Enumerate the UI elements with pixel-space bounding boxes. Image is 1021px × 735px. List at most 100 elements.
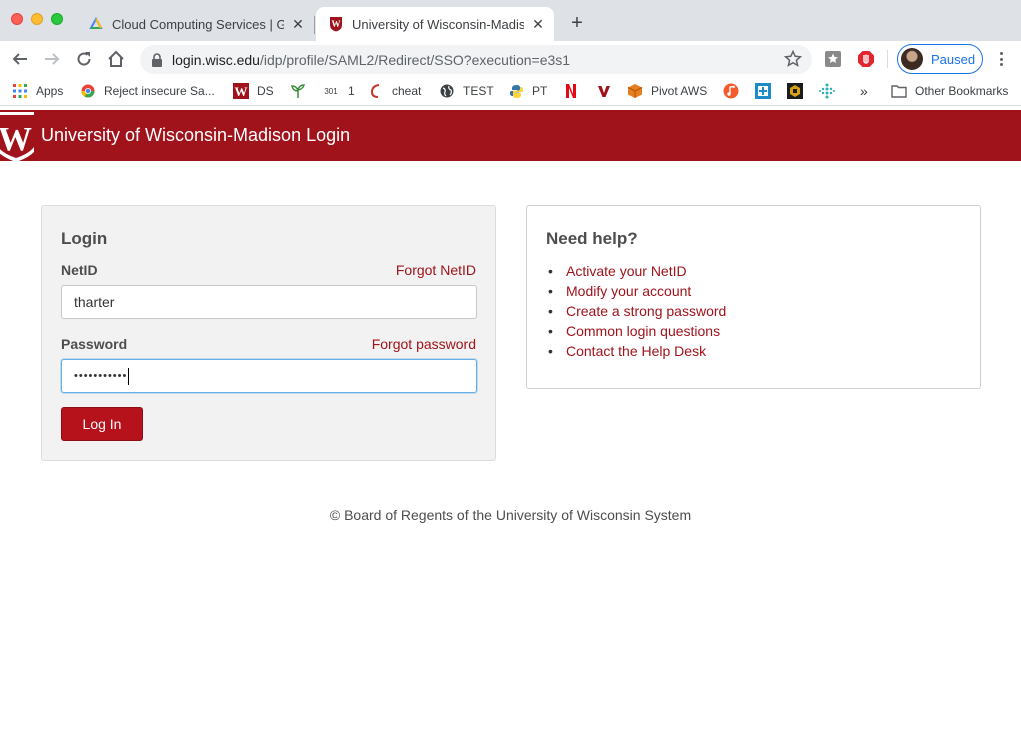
chrome-icon <box>80 83 96 99</box>
url-host: login.wisc.edu <box>172 51 260 68</box>
list-item: Modify your account <box>546 281 726 301</box>
v-icon <box>596 83 612 99</box>
close-window-button[interactable] <box>11 13 23 25</box>
close-tab-icon[interactable]: ✕ <box>288 14 308 34</box>
reload-icon <box>77 52 91 66</box>
301-icon: 301 <box>324 86 338 96</box>
list-item: Create a strong password <box>546 301 726 321</box>
svg-text:W: W <box>0 121 32 158</box>
login-heading: Login <box>61 229 108 248</box>
lock-icon <box>152 52 162 67</box>
forward-button[interactable] <box>40 47 64 71</box>
extension-star-icon[interactable] <box>824 50 842 68</box>
close-tab-icon[interactable]: ✕ <box>528 14 548 34</box>
browser-toolbar: login.wisc.edu/idp/profile/SAML2/Redirec… <box>0 41 1021 77</box>
bookmark-pivot-aws[interactable]: Pivot AWS <box>627 82 707 100</box>
bookmark-star-icon[interactable] <box>784 50 802 68</box>
bookmark-pt[interactable]: PT <box>508 82 547 100</box>
reload-button[interactable] <box>72 47 96 71</box>
uw-crest-logo: W <box>0 110 34 161</box>
bookmarks-overflow-button[interactable]: » <box>860 82 868 100</box>
avatar <box>901 48 923 70</box>
login-questions-link[interactable]: Common login questions <box>566 323 720 339</box>
browser-menu-icon[interactable] <box>994 50 1008 68</box>
password-field[interactable]: ••••••••••• <box>61 359 477 393</box>
uw-crest-icon: W <box>328 16 344 32</box>
bookmark-dots[interactable] <box>819 82 843 100</box>
tab-cloud-computing[interactable]: Cloud Computing Services | Go ✕ <box>76 7 314 41</box>
bookmark-v[interactable] <box>596 82 620 100</box>
bookmark-label: cheat <box>392 84 422 98</box>
new-tab-button[interactable]: + <box>566 12 588 34</box>
sprout-icon <box>290 83 306 99</box>
blue-square-icon <box>755 83 771 99</box>
globe-icon <box>439 83 455 99</box>
site-header: W University of Wisconsin-Madison Login <box>0 110 1021 161</box>
netid-field[interactable] <box>61 285 477 319</box>
list-item: Activate your NetID <box>546 261 726 281</box>
log-in-button[interactable]: Log In <box>61 407 143 441</box>
modify-account-link[interactable]: Modify your account <box>566 283 691 299</box>
fullscreen-window-button[interactable] <box>51 13 63 25</box>
password-mask: ••••••••••• <box>74 370 128 382</box>
bookmark-ds[interactable]: W DS <box>233 82 274 100</box>
strong-password-link[interactable]: Create a strong password <box>566 303 726 319</box>
home-button[interactable] <box>104 47 128 71</box>
swirl-icon <box>368 83 384 99</box>
cube-icon <box>627 83 643 99</box>
bookmark-apps[interactable]: Apps <box>12 82 63 100</box>
back-arrow-icon <box>12 53 27 65</box>
bookmark-label: Apps <box>36 84 64 98</box>
netflix-icon <box>563 83 579 99</box>
bookmark-test[interactable]: TEST <box>439 82 494 100</box>
copyright-footer: © Board of Regents of the University of … <box>329 507 692 523</box>
bookmark-badge[interactable] <box>787 82 811 100</box>
password-label: Password <box>61 336 128 352</box>
activate-netid-link[interactable]: Activate your NetID <box>566 263 687 279</box>
bookmark-blue-square[interactable] <box>755 82 779 100</box>
minimize-window-button[interactable] <box>31 13 43 25</box>
dots-icon <box>819 83 835 99</box>
svg-text:W: W <box>332 19 341 29</box>
bookmark-reject-insecure[interactable]: Reject insecure Sa... <box>80 82 215 100</box>
other-bookmarks-folder[interactable]: Other Bookmarks <box>891 82 1008 100</box>
text-caret <box>128 367 130 385</box>
home-icon <box>108 50 124 67</box>
bookmark-301[interactable]: 301 1 <box>322 82 355 100</box>
svg-text:W: W <box>235 84 248 99</box>
toolbar-separator <box>887 50 888 68</box>
uw-w-icon: W <box>233 83 249 99</box>
list-item: Contact the Help Desk <box>546 341 726 361</box>
help-panel: Need help? Activate your NetID Modify yo… <box>526 205 981 389</box>
music-icon <box>723 83 739 99</box>
tab-uw-login[interactable]: W University of Wisconsin-Madison ✕ <box>316 7 554 41</box>
list-item: Common login questions <box>546 321 726 341</box>
adblock-icon[interactable] <box>857 50 875 68</box>
tab-title: University of Wisconsin-Madison <box>352 16 524 32</box>
netid-label: NetID <box>61 262 98 278</box>
bookmark-label: DS <box>257 84 274 98</box>
bookmarks-bar: Apps Reject insecure Sa... W DS 301 1 ch… <box>0 77 1021 106</box>
python-icon <box>508 83 524 99</box>
bookmark-cheat[interactable]: cheat <box>368 82 421 100</box>
back-button[interactable] <box>8 47 32 71</box>
forgot-password-link[interactable]: Forgot password <box>372 336 476 352</box>
url-text: login.wisc.edu/idp/profile/SAML2/Redirec… <box>172 52 570 68</box>
url-path: /idp/profile/SAML2/Redirect/SSO?executio… <box>259 51 571 68</box>
bookmark-netflix[interactable] <box>563 82 587 100</box>
folder-icon <box>891 83 907 99</box>
help-desk-link[interactable]: Contact the Help Desk <box>566 343 706 359</box>
tab-separator <box>314 16 315 34</box>
bookmark-label: Pivot AWS <box>651 84 708 98</box>
page-title: University of Wisconsin-Madison Login <box>41 125 351 145</box>
address-bar[interactable]: login.wisc.edu/idp/profile/SAML2/Redirec… <box>140 45 812 74</box>
bookmark-label: Other Bookmarks <box>915 84 1009 98</box>
profile-button[interactable]: Paused <box>897 44 983 74</box>
google-cloud-icon <box>88 16 104 32</box>
bookmark-label: 1 <box>348 84 355 98</box>
bookmark-sprout[interactable] <box>290 82 314 100</box>
profile-status: Paused <box>931 51 976 67</box>
forgot-netid-link[interactable]: Forgot NetID <box>396 262 476 278</box>
bookmark-music[interactable] <box>723 82 747 100</box>
login-panel: Login NetID Forgot NetID Password Forgot… <box>41 205 496 461</box>
